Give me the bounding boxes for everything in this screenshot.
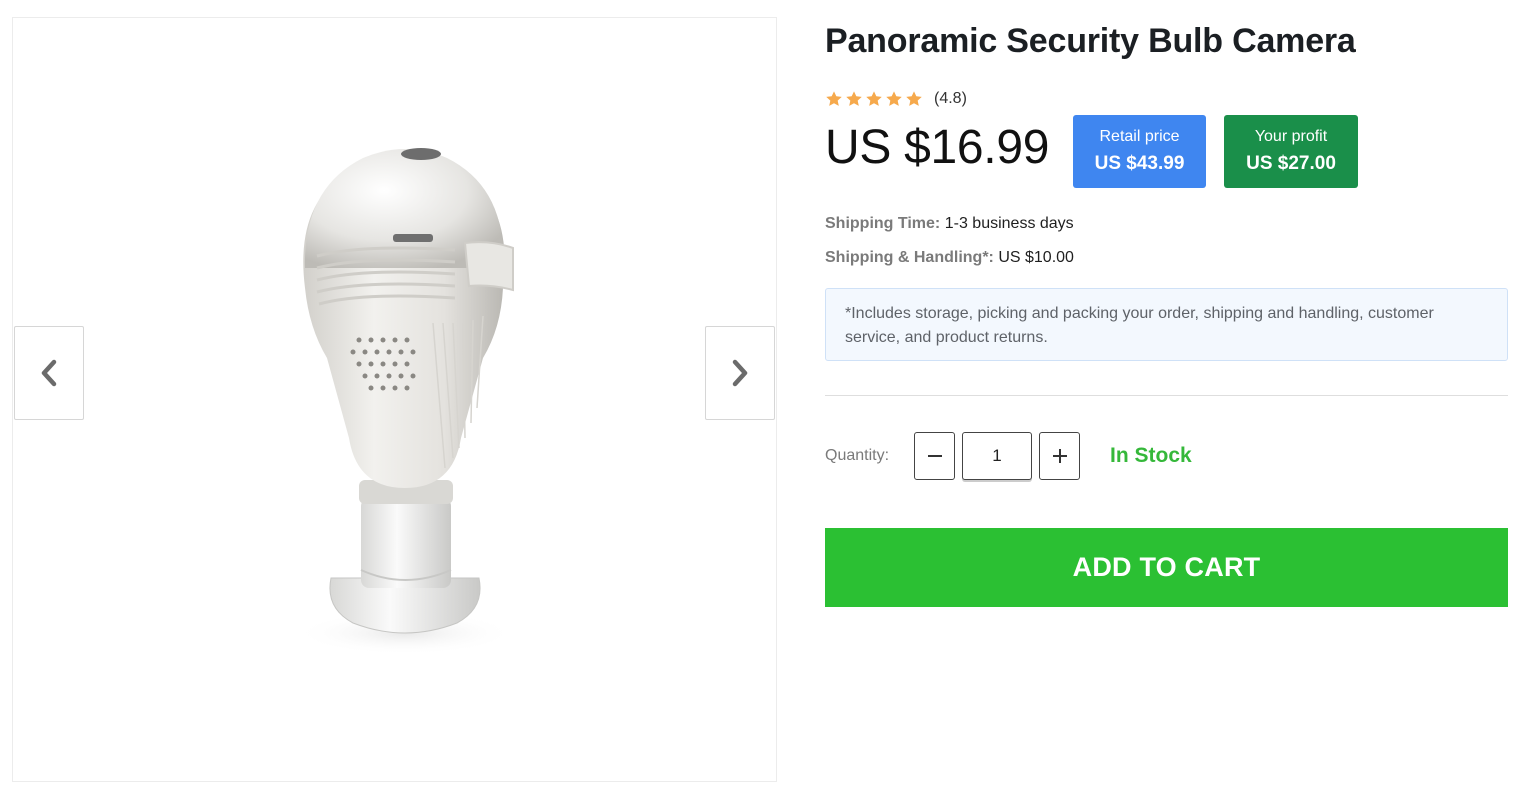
shipping-time: Shipping Time: 1-3 business days	[825, 215, 1074, 233]
product-price: US $16.99	[825, 121, 1050, 174]
product-title: Panoramic Security Bulb Camera	[825, 22, 1356, 60]
quantity-input[interactable]	[962, 432, 1032, 480]
shipping-handling-value: US $10.00	[998, 249, 1074, 266]
stock-status: In Stock	[1110, 444, 1192, 467]
profit-value: US $27.00	[1246, 152, 1336, 174]
add-to-cart-button[interactable]: ADD TO CART	[825, 528, 1508, 607]
rating-stars	[825, 90, 923, 108]
retail-price-label: Retail price	[1099, 127, 1180, 145]
product-image	[295, 148, 515, 655]
profit-badge: Your profit US $27.00	[1224, 115, 1358, 188]
next-image-button[interactable]	[705, 326, 775, 420]
shipping-notice: *Includes storage, picking and packing y…	[825, 288, 1508, 361]
shipping-handling-label: Shipping & Handling*:	[825, 249, 994, 266]
product-rating: (4.8)	[825, 90, 967, 108]
star-icon	[886, 91, 902, 106]
star-icon	[826, 91, 842, 106]
star-icon	[846, 91, 862, 106]
star-icon	[906, 91, 922, 106]
shipping-time-value: 1-3 business days	[944, 215, 1074, 232]
quantity-increase-button[interactable]	[1039, 432, 1080, 480]
shipping-handling: Shipping & Handling*: US $10.00	[825, 249, 1074, 267]
quantity-decrease-button[interactable]	[914, 432, 955, 480]
quantity-label: Quantity:	[825, 447, 890, 464]
chevron-right-icon	[732, 359, 748, 387]
product-gallery	[12, 17, 777, 782]
retail-price-badge: Retail price US $43.99	[1073, 115, 1206, 188]
star-icon	[866, 91, 882, 106]
plus-icon	[1052, 449, 1067, 463]
chevron-left-icon	[41, 359, 57, 387]
divider	[825, 395, 1508, 396]
shipping-time-label: Shipping Time:	[825, 215, 941, 232]
profit-label: Your profit	[1254, 127, 1328, 145]
prev-image-button[interactable]	[14, 326, 84, 420]
retail-price-value: US $43.99	[1094, 152, 1185, 174]
minus-icon	[927, 455, 942, 457]
rating-value: (4.8)	[934, 90, 967, 107]
